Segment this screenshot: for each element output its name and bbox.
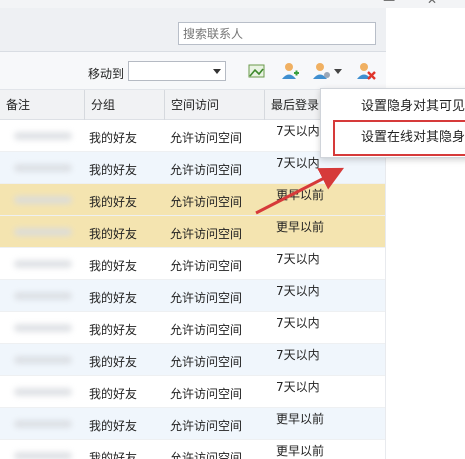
contact-note-blurred: [0, 344, 84, 376]
contact-list: 我的好友 允许访问空间 7天以内 我的好友 允许访问空间 7天以内 我的好友 允许访问空间 更早…: [0, 120, 386, 459]
contact-note-blurred: [0, 312, 84, 344]
cell-last-login: 7天以内: [276, 316, 320, 330]
header-space-access[interactable]: 空间访问: [164, 90, 264, 120]
redacted-text: [14, 260, 72, 268]
annotation-highlight-box: [333, 120, 465, 156]
redacted-text: [14, 164, 72, 172]
toolbar: 移动到: [0, 52, 386, 90]
contact-note-blurred: [0, 376, 84, 408]
redacted-text: [14, 228, 72, 236]
search-input[interactable]: [178, 22, 376, 45]
contact-note-blurred: [0, 120, 84, 152]
redacted-text: [14, 132, 72, 140]
cell-last-login: 7天以内: [276, 284, 320, 298]
contact-note-blurred: [0, 408, 84, 440]
list-right-border: [385, 120, 386, 459]
cell-last-login: 更早以前: [276, 412, 325, 426]
cell-last-login: 7天以内: [276, 124, 320, 138]
menu-item-invisible-visible[interactable]: 设置隐身对其可见: [321, 92, 465, 122]
contact-note-blurred: [0, 216, 84, 248]
table-row[interactable]: 我的好友 允许访问空间 7天以内: [0, 312, 386, 344]
image-icon[interactable]: [247, 61, 267, 81]
cell-space-access: 允许访问空间: [170, 451, 243, 459]
table-row[interactable]: 我的好友 允许访问空间 7天以内: [0, 280, 386, 312]
redacted-text: [14, 324, 72, 332]
cell-last-login: 更早以前: [276, 444, 325, 458]
redacted-text: [14, 420, 72, 428]
delete-user-icon[interactable]: [356, 61, 376, 81]
cell-last-login: 7天以内: [276, 156, 320, 170]
contact-note-blurred: [0, 280, 84, 312]
dropdown-arrow-icon[interactable]: [334, 69, 342, 75]
table-row[interactable]: 我的好友 允许访问空间 7天以内: [0, 344, 386, 376]
contact-note-blurred: [0, 440, 84, 459]
cell-last-login: 7天以内: [276, 380, 320, 394]
redacted-text: [14, 292, 72, 300]
cell-last-login: 7天以内: [276, 252, 320, 266]
redacted-text: [14, 196, 72, 204]
table-row[interactable]: 我的好友 允许访问空间 7天以内: [0, 376, 386, 408]
cell-last-login: 更早以前: [276, 220, 325, 234]
cell-last-login: 更早以前: [276, 188, 325, 202]
header-note[interactable]: 备注: [0, 90, 84, 120]
move-to-label: 移动到: [88, 67, 125, 81]
redacted-text: [14, 452, 72, 459]
window-controls[interactable]: — ✕: [383, 0, 451, 7]
header-group[interactable]: 分组: [84, 90, 164, 120]
cell-group: 我的好友: [89, 451, 138, 459]
move-to-select[interactable]: [128, 61, 226, 81]
table-row[interactable]: 我的好友 允许访问空间 更早以前: [0, 440, 386, 459]
redacted-text: [14, 388, 72, 396]
add-user-icon[interactable]: [280, 61, 300, 81]
contact-note-blurred: [0, 152, 84, 184]
contact-note-blurred: [0, 184, 84, 216]
cell-last-login: 7天以内: [276, 348, 320, 362]
search-bar: [0, 8, 386, 52]
table-row[interactable]: 我的好友 允许访问空间 7天以内: [0, 248, 386, 280]
table-row[interactable]: 我的好友 允许访问空间 更早以前: [0, 408, 386, 440]
user-settings-icon[interactable]: [312, 61, 332, 81]
contact-note-blurred: [0, 248, 84, 280]
table-row[interactable]: 我的好友 允许访问空间 更早以前: [0, 216, 386, 248]
table-row[interactable]: 我的好友 允许访问空间 更早以前: [0, 184, 386, 216]
chevron-down-icon: [213, 69, 221, 74]
redacted-text: [14, 356, 72, 364]
